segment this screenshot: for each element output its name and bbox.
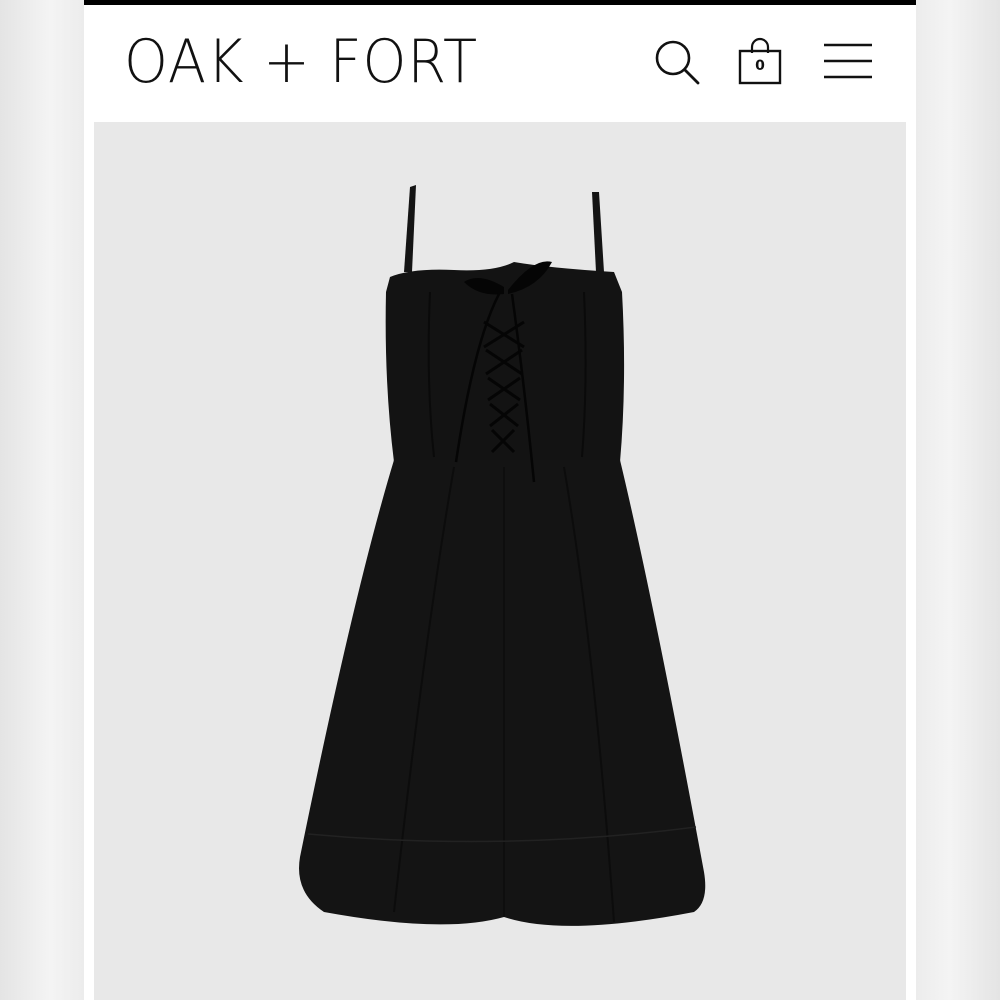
search-icon	[655, 40, 700, 85]
black-dress-image	[299, 185, 706, 926]
shopping-bag-button[interactable]: 0	[732, 35, 788, 91]
page: OAK + FORT 0	[84, 0, 916, 1000]
product-image[interactable]	[94, 122, 906, 1000]
bag-count-badge: 0	[755, 58, 765, 74]
brand-logo[interactable]: OAK + FORT	[124, 27, 478, 97]
hamburger-menu-icon	[824, 43, 872, 79]
search-button[interactable]	[650, 35, 706, 91]
site-header: OAK + FORT 0	[84, 5, 916, 121]
right-margin	[916, 0, 1000, 1000]
left-margin	[0, 0, 84, 1000]
menu-button[interactable]	[818, 35, 874, 91]
